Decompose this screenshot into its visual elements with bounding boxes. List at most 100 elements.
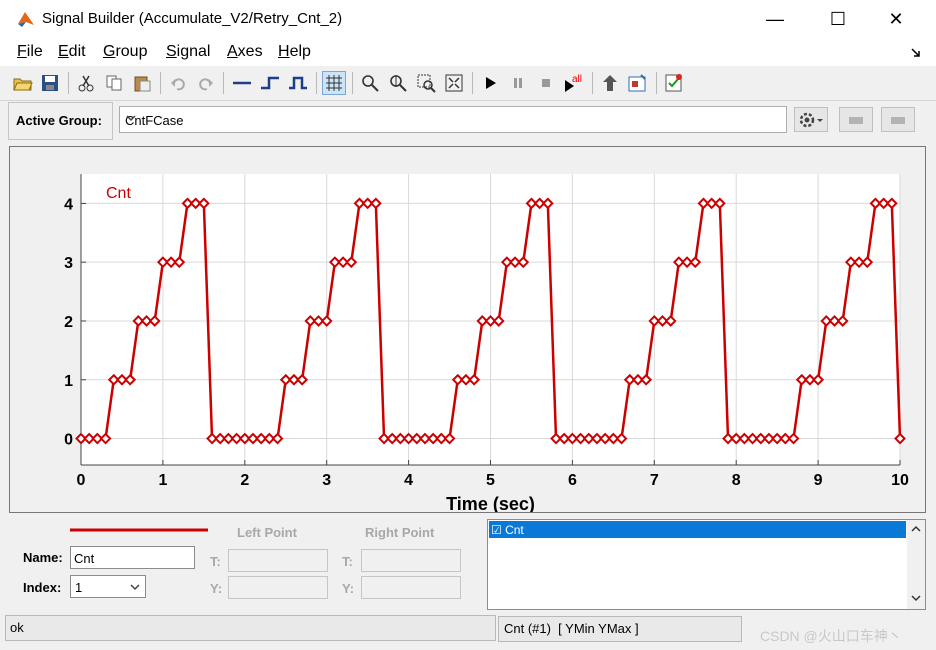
dimmed-image-icon bbox=[891, 116, 905, 124]
group-button-1[interactable] bbox=[839, 107, 873, 132]
menu-bar: File Edit Group Signal Axes Help bbox=[0, 38, 936, 66]
copy-icon[interactable] bbox=[102, 71, 126, 95]
verify-icon[interactable] bbox=[662, 71, 686, 95]
right-y-field[interactable] bbox=[361, 576, 461, 599]
zoom-xy-icon[interactable] bbox=[414, 71, 438, 95]
dimmed-image-icon bbox=[849, 116, 863, 124]
x-tick-label: 4 bbox=[404, 472, 413, 489]
watermark: CSDN @火山口车神丶 bbox=[760, 628, 902, 644]
add-line-icon[interactable] bbox=[230, 71, 254, 95]
signal-line-sample bbox=[70, 528, 208, 532]
index-label: Index: bbox=[23, 580, 62, 595]
scroll-up-icon[interactable] bbox=[910, 524, 922, 534]
left-y-label: Y: bbox=[210, 581, 223, 596]
model-icon[interactable] bbox=[626, 71, 650, 95]
upload-icon[interactable] bbox=[598, 71, 622, 95]
y-tick-label: 0 bbox=[64, 432, 73, 449]
left-point-label: Left Point bbox=[237, 525, 297, 540]
list-scrollbar[interactable] bbox=[907, 520, 925, 609]
add-pulse-icon[interactable] bbox=[286, 71, 310, 95]
y-tick-label: 4 bbox=[64, 196, 73, 213]
run-icon[interactable] bbox=[478, 71, 502, 95]
right-t-label: T: bbox=[342, 554, 353, 569]
name-value: Cnt bbox=[74, 551, 95, 566]
menu-axes[interactable]: Axes bbox=[227, 43, 263, 61]
y-tick-label: 3 bbox=[64, 255, 73, 272]
y-tick-label: 2 bbox=[64, 314, 73, 331]
x-tick-label: 5 bbox=[486, 472, 495, 489]
right-t-field[interactable] bbox=[361, 549, 461, 572]
maximize-icon: ☐ bbox=[829, 8, 847, 29]
undo-icon[interactable] bbox=[166, 71, 190, 95]
menu-group[interactable]: Group bbox=[103, 43, 147, 61]
minimize-button[interactable]: — bbox=[752, 4, 798, 34]
menu-file[interactable]: File bbox=[17, 43, 43, 61]
zoom-x-icon[interactable] bbox=[358, 71, 382, 95]
gear-icon bbox=[799, 112, 823, 127]
zoom-y-icon[interactable] bbox=[386, 71, 410, 95]
minimize-icon: — bbox=[766, 8, 784, 29]
stop-icon[interactable] bbox=[534, 71, 558, 95]
menu-signal[interactable]: Signal bbox=[166, 43, 210, 61]
chevron-down-icon bbox=[125, 110, 781, 129]
name-field[interactable]: Cnt bbox=[70, 546, 195, 569]
x-tick-label: 3 bbox=[322, 472, 331, 489]
cut-icon[interactable] bbox=[74, 71, 98, 95]
close-button[interactable]: ✕ bbox=[873, 4, 919, 34]
x-tick-label: 1 bbox=[158, 472, 167, 489]
group-button-2[interactable] bbox=[881, 107, 915, 132]
status-signal-box: Cnt (#1) [ YMin YMax ] bbox=[498, 616, 742, 642]
active-group-label: Active Group: bbox=[16, 113, 102, 128]
chevron-down-icon bbox=[130, 584, 140, 591]
scroll-down-icon[interactable] bbox=[910, 593, 922, 603]
index-select[interactable]: 1 bbox=[70, 575, 146, 598]
x-tick-label: 8 bbox=[732, 472, 741, 489]
save-icon[interactable] bbox=[38, 71, 62, 95]
maximize-button[interactable]: ☐ bbox=[815, 4, 861, 34]
menu-help[interactable]: Help bbox=[278, 43, 311, 61]
x-tick-label: 7 bbox=[650, 472, 659, 489]
fit-icon[interactable] bbox=[442, 71, 466, 95]
status-bar: ok Cnt (#1) [ YMin YMax ] CSDN @火山口车神丶 bbox=[0, 615, 936, 650]
window-title: Signal Builder (Accumulate_V2/Retry_Cnt_… bbox=[42, 10, 343, 27]
index-value: 1 bbox=[75, 580, 83, 595]
settings-button[interactable] bbox=[794, 107, 828, 132]
right-y-label: Y: bbox=[342, 581, 355, 596]
left-t-field[interactable] bbox=[228, 549, 328, 572]
x-tick-label: 9 bbox=[814, 472, 823, 489]
signal-list: ☑ Cnt bbox=[487, 519, 926, 610]
status-message-box: ok bbox=[5, 615, 496, 641]
active-group-bar: Active Group: CntFCase bbox=[8, 102, 928, 142]
run-all-icon[interactable]: all bbox=[562, 71, 586, 95]
plot-panel: 0 1 2 3 4 5 6 7 8 9 10 0 1 2 3 4 Cnt Time (sec) bbox=[9, 146, 926, 514]
pause-icon[interactable] bbox=[506, 71, 530, 95]
x-axis-label: Time (sec) bbox=[446, 494, 535, 512]
redo-icon[interactable] bbox=[194, 71, 218, 95]
y-tick-label: 1 bbox=[64, 373, 73, 390]
active-group-select[interactable]: CntFCase bbox=[119, 106, 787, 133]
undock-arrow-icon[interactable] bbox=[910, 47, 922, 59]
signal-list-item[interactable]: ☑ Cnt bbox=[489, 521, 906, 538]
x-tick-label: 6 bbox=[568, 472, 577, 489]
add-step-icon[interactable] bbox=[258, 71, 282, 95]
right-point-label: Right Point bbox=[365, 525, 435, 540]
paste-icon[interactable] bbox=[130, 71, 154, 95]
active-group-label-box: Active Group: bbox=[8, 102, 113, 140]
left-t-label: T: bbox=[210, 554, 221, 569]
x-tick-label: 2 bbox=[240, 472, 249, 489]
name-label: Name: bbox=[23, 550, 63, 565]
svg-text:all: all bbox=[572, 74, 582, 85]
title-bar: Signal Builder (Accumulate_V2/Retry_Cnt_… bbox=[0, 0, 936, 38]
series-label-cnt: Cnt bbox=[106, 185, 131, 202]
grid-icon[interactable] bbox=[322, 71, 346, 95]
close-icon: ✕ bbox=[888, 8, 904, 29]
x-tick-label: 0 bbox=[77, 472, 86, 489]
toolbar: all bbox=[0, 66, 936, 101]
left-y-field[interactable] bbox=[228, 576, 328, 599]
menu-edit[interactable]: Edit bbox=[58, 43, 86, 61]
signal-chart[interactable]: 0 1 2 3 4 5 6 7 8 9 10 0 1 2 3 4 Cnt Time (sec) bbox=[10, 147, 925, 514]
status-signal: Cnt (#1) [ YMin YMax ] bbox=[504, 621, 639, 636]
x-tick-label: 10 bbox=[891, 472, 909, 489]
matlab-logo-icon bbox=[18, 12, 34, 27]
open-icon[interactable] bbox=[11, 71, 35, 95]
